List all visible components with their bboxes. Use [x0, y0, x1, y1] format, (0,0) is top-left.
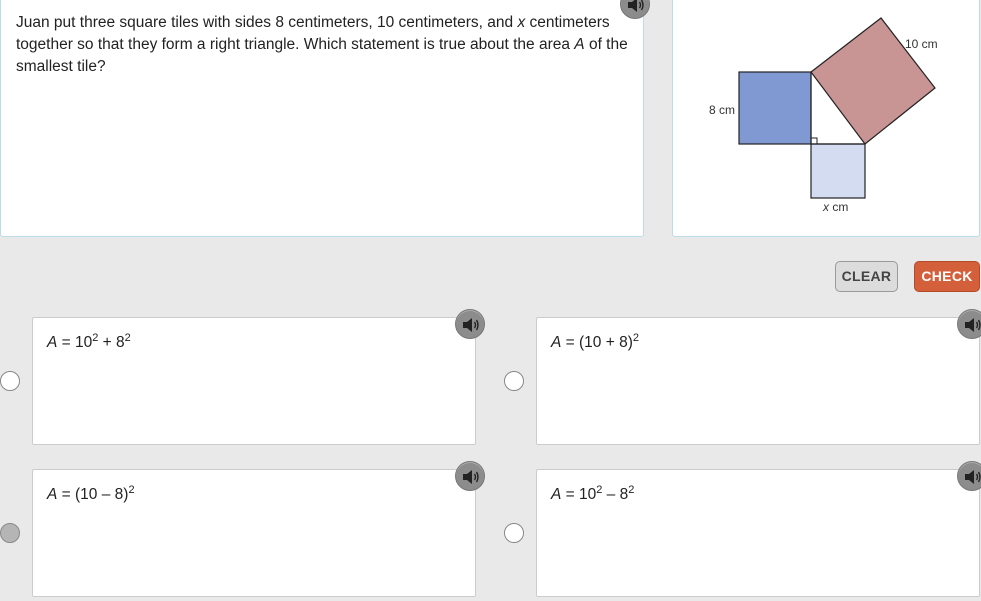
choice-1-base: = 10 — [57, 334, 93, 351]
choice-2-variable: A — [551, 334, 562, 351]
figure-panel: 8 cm 10 cm x cm — [672, 0, 980, 237]
pythagorean-tiles-figure: 8 cm 10 cm x cm — [709, 17, 938, 214]
choice-4-radio[interactable] — [504, 523, 524, 543]
question-variable-a: A — [574, 36, 585, 53]
choice-3-audio-button[interactable] — [455, 461, 485, 491]
choice-1-box[interactable]: A = 102 + 82 — [32, 317, 476, 445]
choice-2-audio-button[interactable] — [957, 309, 981, 339]
question-panel: Juan put three square tiles with sides 8… — [0, 0, 644, 237]
choice-3-box[interactable]: A = (10 – 8)2 — [32, 469, 476, 597]
question-text: Juan put three square tiles with sides 8… — [16, 12, 636, 78]
choice-2-box[interactable]: A = (10 + 8)2 — [536, 317, 980, 445]
clear-button[interactable]: CLEAR — [835, 261, 898, 292]
choice-3-exponent-1: 2 — [128, 484, 135, 496]
choice-2-exponent-1: 2 — [632, 332, 639, 344]
choice-1-variable: A — [47, 334, 58, 351]
choice-1-radio[interactable] — [0, 371, 20, 391]
label-x-unit: cm — [829, 200, 848, 214]
choice-4-text: A = 102 – 82 — [551, 484, 634, 504]
choice-3-radio[interactable] — [0, 523, 20, 543]
choice-1-operator-term: + 8 — [98, 334, 125, 351]
choice-4-base: = 10 — [561, 486, 597, 503]
choice-1-audio-button[interactable] — [455, 309, 485, 339]
label-x-cm: x cm — [822, 200, 848, 214]
speaker-icon — [463, 470, 479, 484]
label-10cm: 10 cm — [905, 37, 938, 51]
choice-4-operator-term: – 8 — [602, 486, 629, 503]
speaker-icon — [628, 0, 644, 12]
choice-3-base: = (10 – 8) — [57, 486, 129, 503]
choice-4-exponent-2: 2 — [628, 484, 635, 496]
choice-3-text: A = (10 – 8)2 — [47, 484, 135, 504]
speaker-icon — [463, 318, 479, 332]
choice-4-audio-button[interactable] — [957, 461, 981, 491]
choice-2-radio[interactable] — [504, 371, 524, 391]
choice-2-base: = (10 + 8) — [561, 334, 633, 351]
question-text-part1: Juan put three square tiles with sides 8… — [16, 14, 518, 31]
square-8cm — [738, 71, 812, 145]
label-8cm: 8 cm — [709, 103, 735, 117]
square-x-cm — [810, 143, 866, 199]
choice-4-box[interactable]: A = 102 – 82 — [536, 469, 980, 597]
speaker-icon — [965, 318, 981, 332]
choice-4-variable: A — [551, 486, 562, 503]
choice-3-variable: A — [47, 486, 58, 503]
speaker-icon — [965, 470, 981, 484]
right-angle-marker — [811, 137, 818, 144]
choice-2-text: A = (10 + 8)2 — [551, 332, 639, 352]
choice-1-text: A = 102 + 82 — [47, 332, 131, 352]
choice-1-exponent-2: 2 — [124, 332, 131, 344]
check-button[interactable]: CHECK — [914, 261, 980, 292]
